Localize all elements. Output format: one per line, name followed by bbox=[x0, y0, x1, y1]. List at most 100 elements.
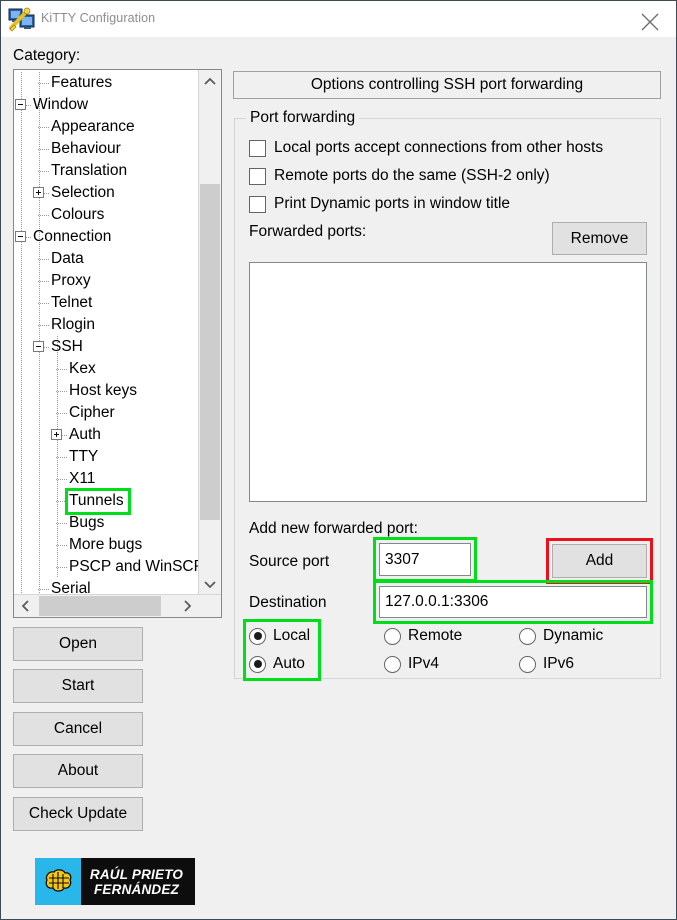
tree-item-label: SSH bbox=[51, 336, 83, 358]
tree-connector bbox=[56, 457, 68, 458]
radio-local[interactable]: Local bbox=[249, 625, 310, 647]
tree-connector bbox=[38, 83, 50, 84]
radio-dynamic[interactable]: Dynamic bbox=[519, 625, 603, 647]
radio-label: IPv4 bbox=[408, 655, 439, 673]
source-port-input[interactable]: 3307 bbox=[379, 543, 471, 576]
radio-dot[interactable] bbox=[384, 628, 401, 645]
tree-item-label: Kex bbox=[69, 358, 96, 380]
tree-connector bbox=[56, 369, 68, 370]
tree-item-label: Selection bbox=[51, 182, 115, 204]
scroll-right-arrow[interactable] bbox=[177, 595, 199, 617]
tree-collapse-icon[interactable] bbox=[15, 231, 26, 242]
tree-item-label: Connection bbox=[33, 226, 111, 248]
source-port-label: Source port bbox=[249, 553, 329, 571]
radio-remote[interactable]: Remote bbox=[384, 625, 462, 647]
checkbox-print-dynamic-ports[interactable]: Print Dynamic ports in window title bbox=[249, 193, 510, 215]
tree-item-label: Host keys bbox=[69, 380, 137, 402]
scroll-up-arrow[interactable] bbox=[199, 70, 221, 92]
tree-item-label: More bugs bbox=[69, 534, 142, 556]
tree-item-label: TTY bbox=[69, 446, 98, 468]
radio-label: Local bbox=[273, 627, 310, 645]
checkbox-remote-ports-same[interactable]: Remote ports do the same (SSH-2 only) bbox=[249, 165, 550, 187]
close-icon[interactable] bbox=[624, 1, 676, 37]
radio-label: Auto bbox=[273, 655, 305, 673]
destination-label: Destination bbox=[249, 594, 327, 612]
forwarded-ports-label: Forwarded ports: bbox=[249, 223, 366, 241]
tree-collapse-icon[interactable] bbox=[15, 99, 26, 110]
tree-item-label: Cipher bbox=[69, 402, 115, 424]
about-button[interactable]: About bbox=[13, 754, 143, 788]
radio-dot[interactable] bbox=[384, 656, 401, 673]
tree-vertical-scrollbar[interactable] bbox=[198, 70, 221, 596]
start-button[interactable]: Start bbox=[13, 669, 143, 703]
tree-item-label: Auth bbox=[69, 424, 101, 446]
kitty-config-icon bbox=[8, 5, 36, 33]
add-button[interactable]: Add bbox=[552, 544, 647, 578]
tree-connector bbox=[38, 149, 50, 150]
tree-connector bbox=[38, 171, 50, 172]
category-label: Category: bbox=[13, 47, 80, 65]
radio-label: Dynamic bbox=[543, 627, 603, 645]
tree-item-label: Data bbox=[51, 248, 84, 270]
tree-expand-icon[interactable] bbox=[33, 187, 44, 198]
port-forwarding-group-title: Port forwarding bbox=[246, 109, 359, 127]
radio-dot[interactable] bbox=[519, 656, 536, 673]
radio-dot[interactable] bbox=[519, 628, 536, 645]
tree-item-label: Colours bbox=[51, 204, 104, 226]
tree-collapse-icon[interactable] bbox=[33, 341, 44, 352]
tree-connector bbox=[38, 281, 50, 282]
author-name-line2: FERNÁNDEZ bbox=[81, 882, 192, 897]
tree-connector bbox=[56, 479, 68, 480]
category-tree[interactable]: FeaturesWindowAppearanceBehaviourTransla… bbox=[13, 69, 222, 618]
remove-button[interactable]: Remove bbox=[552, 222, 647, 255]
radio-ipv6[interactable]: IPv6 bbox=[519, 653, 574, 675]
hscroll-thumb[interactable] bbox=[39, 596, 161, 616]
radio-dot[interactable] bbox=[249, 656, 266, 673]
open-button[interactable]: Open bbox=[13, 627, 143, 661]
tree-item-label: Tunnels bbox=[69, 490, 124, 512]
tree-connector bbox=[38, 259, 50, 260]
tree-connector bbox=[56, 501, 68, 502]
tree-horizontal-scrollbar[interactable] bbox=[14, 594, 221, 617]
tree-connector bbox=[39, 72, 40, 596]
radio-label: IPv6 bbox=[543, 655, 574, 673]
checkbox-box[interactable] bbox=[249, 196, 266, 213]
add-new-forwarded-port-label: Add new forwarded port: bbox=[249, 520, 418, 538]
checkbox-box[interactable] bbox=[249, 168, 266, 185]
radio-dot[interactable] bbox=[249, 628, 266, 645]
checkbox-box[interactable] bbox=[249, 140, 266, 157]
tree-connector bbox=[56, 523, 68, 524]
author-name: RAÚL PRIETO FERNÁNDEZ bbox=[81, 867, 195, 897]
scroll-left-arrow[interactable] bbox=[14, 595, 36, 617]
tree-item-label: Rlogin bbox=[51, 314, 95, 336]
tree-connector bbox=[38, 127, 50, 128]
tree-connector bbox=[56, 545, 68, 546]
tree-connector bbox=[56, 567, 68, 568]
tree-connector bbox=[38, 215, 50, 216]
checkbox-local-ports-accept[interactable]: Local ports accept connections from othe… bbox=[249, 137, 603, 159]
category-tree-view[interactable]: FeaturesWindowAppearanceBehaviourTransla… bbox=[14, 70, 199, 596]
forwarded-ports-list[interactable] bbox=[249, 262, 647, 502]
tree-connector bbox=[56, 413, 68, 414]
radio-auto[interactable]: Auto bbox=[249, 653, 305, 675]
tree-connector bbox=[38, 589, 50, 590]
radio-ipv4[interactable]: IPv4 bbox=[384, 653, 439, 675]
tree-item-label: Window bbox=[33, 94, 88, 116]
tree-item-label: Telnet bbox=[51, 292, 92, 314]
checkbox-label: Print Dynamic ports in window title bbox=[274, 195, 510, 213]
scroll-thumb[interactable] bbox=[200, 184, 220, 520]
check-update-button[interactable]: Check Update bbox=[13, 797, 143, 831]
panel-heading: Options controlling SSH port forwarding bbox=[233, 71, 661, 99]
destination-input[interactable]: 127.0.0.1:3306 bbox=[379, 586, 647, 618]
cancel-button[interactable]: Cancel bbox=[13, 712, 143, 746]
title-bar: KiTTY Configuration bbox=[1, 1, 676, 37]
tree-connector bbox=[38, 303, 50, 304]
tree-connector bbox=[56, 391, 68, 392]
scroll-down-arrow[interactable] bbox=[199, 574, 221, 596]
brain-icon bbox=[35, 858, 81, 905]
tree-expand-icon[interactable] bbox=[51, 429, 62, 440]
checkbox-label: Local ports accept connections from othe… bbox=[274, 139, 603, 157]
tree-item-label: Proxy bbox=[51, 270, 91, 292]
tree-item-label: Bugs bbox=[69, 512, 104, 534]
radio-label: Remote bbox=[408, 627, 462, 645]
